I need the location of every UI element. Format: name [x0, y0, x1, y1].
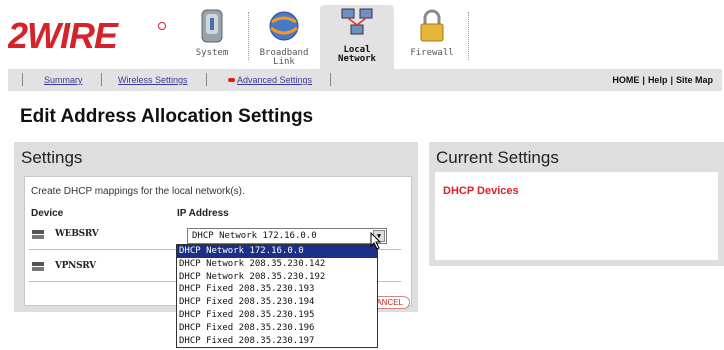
device-name: VPNSRV — [55, 261, 96, 271]
dropdown-option[interactable]: DHCP Fixed 208.35.230.194 — [177, 296, 377, 309]
help-link[interactable]: Help — [645, 75, 671, 85]
nav-divider — [206, 73, 207, 86]
device-column-header: Device — [31, 208, 64, 219]
mouse-cursor-icon — [370, 232, 382, 250]
dropdown-option[interactable]: DHCP Fixed 208.35.230.195 — [177, 309, 377, 322]
nav-divider — [330, 73, 331, 86]
ip-address-dropdown-list[interactable]: DHCP Network 172.16.0.0 DHCP Network 208… — [176, 244, 378, 349]
nav-divider — [22, 73, 23, 86]
globe-icon — [269, 11, 299, 41]
top-links: HOME | Help | Site Map — [609, 75, 716, 85]
dropdown-option[interactable]: DHCP Fixed 208.35.230.193 — [177, 283, 377, 296]
device-icon — [32, 230, 44, 239]
site-map-link[interactable]: Site Map — [673, 75, 716, 85]
nav-wireless-settings-link[interactable]: Wireless Settings — [118, 75, 188, 85]
current-settings-panel: Current Settings DHCP Devices — [429, 142, 724, 266]
logo-text: 2WIRE — [8, 18, 119, 52]
network-icon — [341, 8, 373, 35]
settings-intro-text: Create DHCP mappings for the local netwo… — [31, 186, 245, 197]
system-icon — [201, 9, 223, 43]
dropdown-option[interactable]: DHCP Network 172.16.0.0 — [177, 245, 377, 258]
sub-navigation: Summary Wireless Settings Advanced Setti… — [8, 69, 722, 91]
nav-divider — [101, 73, 102, 86]
current-settings-title: Current Settings — [436, 148, 559, 167]
device-name: WEBSRV — [55, 229, 99, 239]
tab-system-label: System — [195, 48, 229, 58]
dhcp-devices-heading: DHCP Devices — [443, 185, 519, 197]
nav-summary-link[interactable]: Summary — [44, 75, 83, 85]
ip-address-column-header: IP Address — [177, 208, 229, 219]
2wire-logo[interactable]: 2WIRE — [8, 18, 168, 52]
dropdown-option[interactable]: DHCP Fixed 208.35.230.196 — [177, 322, 377, 335]
home-link[interactable]: HOME — [609, 75, 642, 85]
settings-panel-title: Settings — [21, 148, 83, 167]
tab-divider — [468, 12, 469, 60]
tab-local-label-2: Network — [338, 54, 376, 64]
tab-broadband-link[interactable]: Broadband Link — [252, 8, 316, 67]
page-title: Edit Address Allocation Settings — [20, 106, 314, 127]
dropdown-option[interactable]: DHCP Network 208.35.230.142 — [177, 258, 377, 271]
lock-icon — [420, 9, 444, 42]
ip-address-select[interactable]: DHCP Network 172.16.0.0 ▼ — [187, 228, 387, 244]
dropdown-option[interactable]: DHCP Network 208.35.230.192 — [177, 271, 377, 284]
device-icon — [32, 262, 44, 271]
dropdown-option[interactable]: DHCP Fixed 208.35.230.197 — [177, 335, 377, 348]
active-marker-icon — [228, 78, 235, 82]
tab-broadband-label-2: Link — [273, 57, 295, 67]
ip-address-select-value: DHCP Network 172.16.0.0 — [192, 231, 317, 241]
tab-firewall[interactable]: Firewall — [400, 8, 464, 66]
tab-system[interactable]: System — [180, 8, 244, 66]
tab-firewall-label: Firewall — [410, 48, 454, 58]
nav-advanced-settings-link[interactable]: Advanced Settings — [237, 75, 312, 85]
tab-divider — [248, 12, 249, 60]
current-settings-body: DHCP Devices — [435, 172, 718, 260]
tab-local-network[interactable]: Local Network — [320, 5, 394, 69]
